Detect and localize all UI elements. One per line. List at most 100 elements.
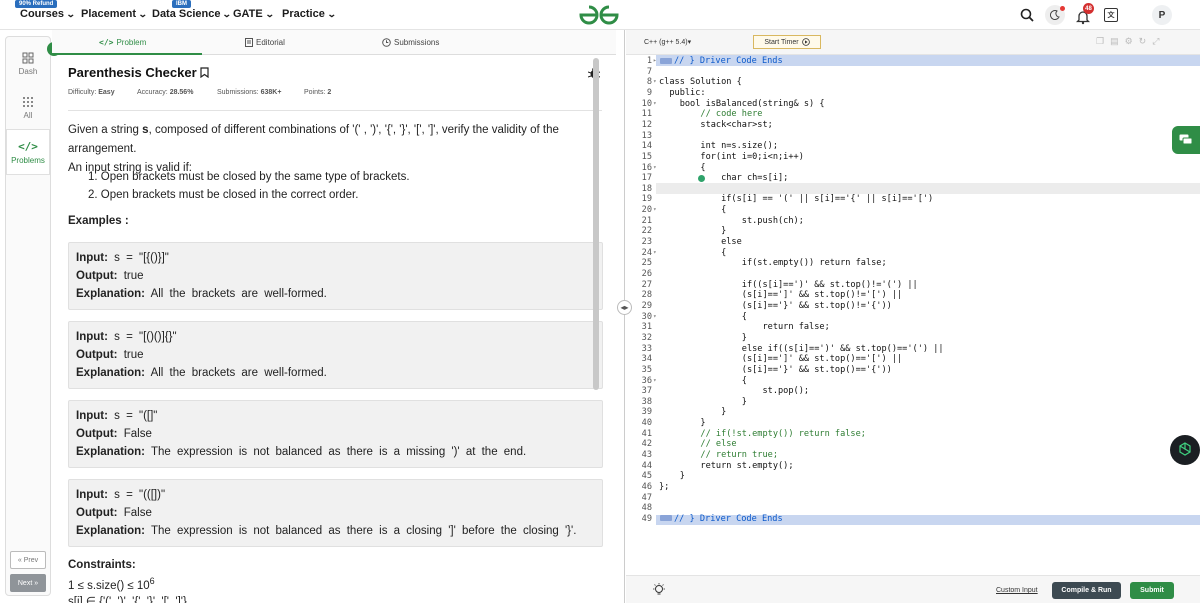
code-line: st.push(ch); (659, 215, 804, 226)
tab-submissions[interactable]: Submissions (382, 38, 439, 47)
line-number: 49 (641, 513, 652, 524)
line-number: 45 (641, 471, 652, 482)
custom-input-link[interactable]: Custom Input (996, 587, 1038, 594)
code-line: (s[i]==']' && st.top()!='[') || (659, 290, 903, 301)
submissions-value: 638K+ (260, 89, 282, 96)
reset-icon[interactable]: ↻ (1139, 36, 1153, 46)
code-line: } (659, 418, 706, 429)
example-box: Input: s = "([]" Output: False Explanati… (68, 400, 603, 468)
line-number: 26 (641, 269, 652, 279)
search-icon[interactable] (1020, 8, 1034, 22)
line-number: 12 (641, 119, 652, 130)
bookmark-icon[interactable] (200, 67, 209, 78)
example-box: Input: s = "(([])" Output: False Explana… (68, 479, 603, 547)
tab-editorial-label: Editorial (256, 38, 285, 47)
fold-toggle-icon[interactable]: ▾ (653, 100, 657, 107)
nav-data-science-label: Data Science (152, 8, 221, 20)
prev-button[interactable]: « Prev (10, 551, 46, 569)
sidebar-item-all[interactable]: All (6, 85, 50, 131)
nav-gate[interactable]: GATE ⌄ (233, 8, 274, 20)
left-sidebar: Dash All </> Problems « Prev Next » (5, 36, 51, 596)
fold-toggle-icon[interactable]: ▾ (653, 313, 657, 320)
code-line: if((s[i]==')' && st.top()!='(') || (659, 279, 918, 290)
nav-placement-label: Placement (81, 8, 137, 20)
tab-problem-label: Problem (116, 38, 147, 47)
tab-editorial[interactable]: Editorial (245, 38, 285, 47)
settings-icon[interactable]: ⚙ (1125, 36, 1139, 46)
panel-splitter[interactable] (624, 30, 625, 603)
problem-title-text: Parenthesis Checker (68, 65, 197, 80)
accuracy-label: Accuracy: (137, 89, 168, 96)
example-explanation: Explanation: The expression is not balan… (76, 525, 577, 537)
folded-code-marker[interactable] (660, 57, 672, 64)
fold-toggle-icon[interactable]: ▾ (653, 164, 657, 171)
ai-assistant-button[interactable] (1170, 435, 1200, 465)
nav-data-science[interactable]: Data Science ⌄ (152, 8, 232, 20)
line-number: 11 (641, 109, 652, 120)
fold-toggle-icon[interactable]: ▸ (653, 57, 657, 64)
translate-icon[interactable]: 文 (1104, 8, 1118, 22)
code-line: } (659, 407, 727, 418)
fullscreen-icon[interactable]: ⤢ (1152, 36, 1165, 46)
next-button[interactable]: Next » (10, 574, 46, 592)
code-line: // } Driver Code Ends (674, 513, 783, 524)
moon-icon (1050, 10, 1060, 20)
line-number: 10 (641, 98, 652, 109)
nav-courses[interactable]: Courses ⌄ (20, 8, 76, 20)
line-number: 41 (641, 428, 652, 439)
example-explanation: Explanation: All the brackets are well-f… (76, 367, 327, 379)
top-navbar: 90% Refund Courses ⌄ Placement ⌄ IBM Data … (0, 0, 1200, 30)
bulb-icon[interactable] (652, 583, 666, 597)
code-icon: </> (18, 139, 38, 153)
page-title: Parenthesis Checker (68, 65, 209, 80)
code-line: else if((s[i]==')' && st.top()=='(') || (659, 343, 944, 354)
tab-submissions-label: Submissions (394, 38, 440, 47)
fold-toggle-icon[interactable]: ▾ (653, 249, 657, 256)
problem-scrollbar[interactable] (593, 58, 599, 390)
nav-practice[interactable]: Practice ⌄ (282, 8, 336, 20)
submissions-label: Submissions: (217, 89, 259, 96)
sidebar-all-label: All (23, 111, 33, 120)
example-output: Output: False (76, 428, 152, 440)
chat-button[interactable] (1172, 126, 1200, 154)
sidebar-item-problems[interactable]: </> Problems (6, 129, 50, 175)
document-icon (245, 38, 253, 47)
start-timer-label: Start Timer (764, 38, 799, 46)
start-timer-button[interactable]: Start Timer (753, 35, 821, 49)
code-editor[interactable]: 1 ▸// } Driver Code Ends 7 8 ▾ class Solution… (626, 55, 1200, 575)
line-number: 13 (641, 130, 652, 141)
language-select[interactable]: C++ (g++ 5.4)▾ (644, 38, 691, 46)
line-number: 32 (641, 332, 652, 343)
nav-placement[interactable]: Placement ⌄ (81, 8, 148, 20)
folded-code-marker[interactable] (660, 515, 672, 522)
avatar[interactable]: P (1152, 5, 1172, 25)
fold-toggle-icon[interactable]: ▾ (653, 377, 657, 384)
line-number: 36 (641, 375, 652, 386)
code-line: stack<char>st; (659, 119, 773, 130)
sidebar-item-dash[interactable]: Dash (6, 41, 50, 87)
line-number: 42 (641, 439, 652, 450)
copy-icon[interactable]: ❐ (1096, 36, 1110, 46)
line-number: 22 (641, 226, 652, 237)
compile-run-button[interactable]: Compile & Run (1052, 582, 1121, 599)
desc-text: Given a string (68, 124, 143, 136)
file-icon[interactable]: ▤ (1110, 36, 1125, 46)
tab-problem[interactable]: </> Problem (99, 38, 146, 47)
gfg-logo-icon[interactable] (578, 4, 620, 26)
line-number: 37 (641, 386, 652, 397)
notifications-button[interactable]: 48 (1076, 3, 1094, 25)
code-line: if(st.empty()) return false; (659, 258, 887, 269)
submit-button[interactable]: Submit (1130, 582, 1174, 599)
chevron-down-icon: ⌄ (137, 8, 148, 19)
fold-toggle-icon[interactable]: ▾ (653, 206, 657, 213)
chevron-down-icon: ⌄ (65, 8, 76, 19)
active-tab-indicator (52, 53, 202, 55)
fold-toggle-icon[interactable]: ▾ (653, 78, 657, 85)
theme-dot (1060, 6, 1065, 11)
theme-toggle-button[interactable] (1045, 5, 1065, 25)
clock-icon (382, 38, 391, 47)
grid-icon (23, 97, 33, 107)
points-label: Points: (304, 89, 326, 96)
line-number: 46 (641, 482, 652, 492)
line-number: 43 (641, 450, 652, 461)
